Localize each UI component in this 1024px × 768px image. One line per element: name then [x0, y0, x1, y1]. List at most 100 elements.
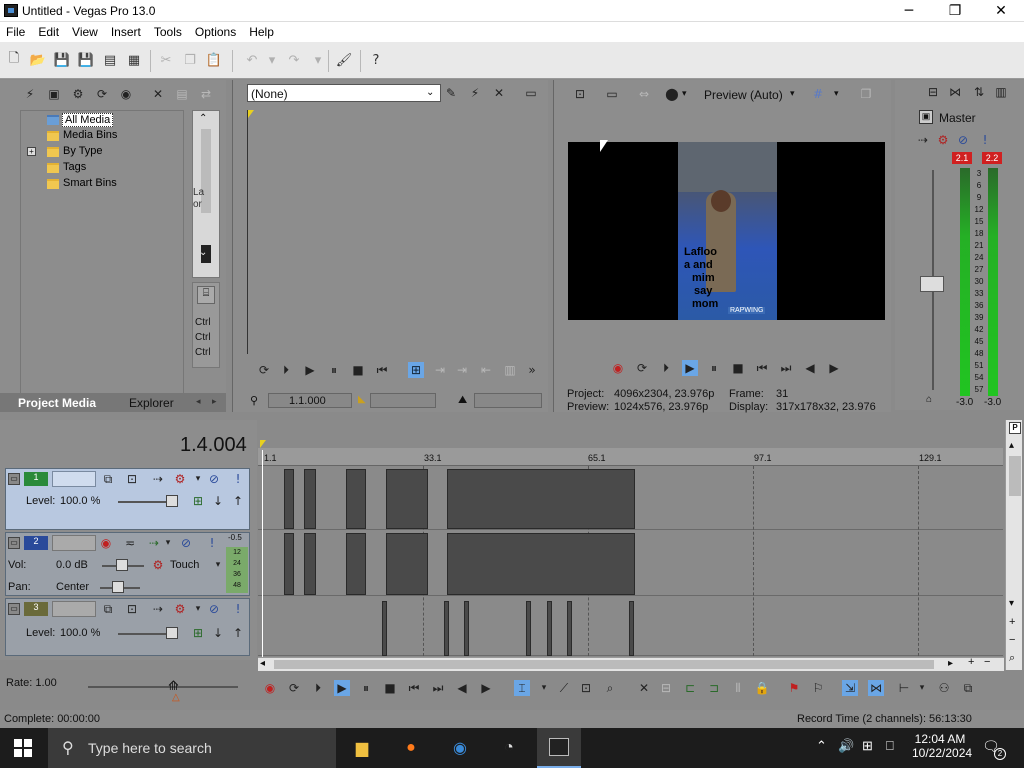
- trimmer-media-dropdown[interactable]: (None) ⌄: [247, 84, 441, 102]
- play-from-start-icon[interactable]: ⏵: [278, 362, 294, 378]
- vol-slider-thumb[interactable]: [116, 559, 128, 571]
- shortcut-icon[interactable]: ⌸: [197, 286, 215, 304]
- get-photo-icon[interactable]: ⚙: [70, 86, 86, 102]
- undo-dropdown-icon[interactable]: ▾: [264, 52, 280, 68]
- select-region-icon[interactable]: ⊞: [408, 362, 424, 378]
- level-slider-thumb[interactable]: [166, 495, 178, 507]
- go-to-end-icon[interactable]: ⏭: [430, 680, 446, 696]
- external-monitor-icon[interactable]: ▭: [604, 86, 620, 102]
- track-header-video-1[interactable]: ▭ 1 ⧉ ⊡ ⇢ ⚙ ▾ ⊘ ! Level: 100.0 % ⊞ ↓ ↑: [5, 468, 250, 530]
- tree-item-tags[interactable]: Tags: [63, 161, 86, 173]
- menu-file[interactable]: File: [6, 25, 25, 39]
- cut-icon[interactable]: ✂: [158, 52, 174, 68]
- snapping-icon[interactable]: ⇲: [842, 680, 858, 696]
- expand-down-icon[interactable]: ↓: [210, 625, 226, 641]
- overlays-icon[interactable]: #: [810, 86, 826, 102]
- arm-record-icon[interactable]: ◉: [98, 535, 114, 551]
- speedometer-app-icon[interactable]: ◔: [496, 736, 522, 760]
- play-icon[interactable]: ▶: [302, 362, 318, 378]
- network-icon[interactable]: ⊞: [862, 738, 873, 754]
- render-icon[interactable]: ▤: [102, 52, 118, 68]
- chrome-icon[interactable]: ◉: [447, 736, 473, 760]
- loop-icon[interactable]: ⟳: [634, 360, 650, 376]
- save-as-icon[interactable]: 💾: [78, 52, 94, 68]
- motion-icon[interactable]: ⊡: [124, 601, 140, 617]
- trim-icon[interactable]: ⊟: [658, 680, 674, 696]
- go-to-end-icon[interactable]: ⏭: [778, 360, 794, 376]
- video-event[interactable]: [567, 601, 572, 656]
- remove-media-icon[interactable]: ✕: [150, 86, 166, 102]
- undo-icon[interactable]: ↶: [244, 52, 260, 68]
- loop-icon[interactable]: ⟳: [286, 680, 302, 696]
- normal-edit-tool-icon[interactable]: ⌶: [514, 680, 530, 696]
- mute-icon[interactable]: ⊘: [178, 535, 194, 551]
- video-event[interactable]: [382, 601, 387, 656]
- scroll-down-icon[interactable]: ⌄: [199, 247, 207, 258]
- taskbar-search[interactable]: ⚲ Type here to search: [48, 728, 336, 768]
- trimmer-media-fx-icon[interactable]: ⚡: [467, 85, 483, 101]
- video-event[interactable]: [547, 601, 552, 656]
- trimmer-screen-icon[interactable]: ▭: [523, 85, 539, 101]
- trimmer-length-field[interactable]: [370, 393, 436, 408]
- tab-explorer[interactable]: Explorer: [129, 396, 174, 410]
- more-icon[interactable]: »: [524, 362, 540, 378]
- compositing-mode-icon[interactable]: ⧉: [100, 471, 116, 487]
- automation-icon[interactable]: ⊞: [190, 493, 206, 509]
- trimmer-clear-icon[interactable]: ✕: [491, 85, 507, 101]
- scroll-up-icon[interactable]: ▴: [1009, 440, 1014, 451]
- track-header-video-3[interactable]: ▭ 3 ⧉ ⊡ ⇢ ⚙ ▾ ⊘ ! Level: 100.0 % ⊞ ↓ ↑: [5, 598, 250, 656]
- automation-icon[interactable]: ⊞: [190, 625, 206, 641]
- scroll-left-icon[interactable]: ◂: [260, 658, 265, 669]
- scroll-right-icon[interactable]: ▸: [948, 658, 953, 669]
- add-to-timeline-after-icon[interactable]: ⇥: [454, 362, 470, 378]
- scroll-down-icon[interactable]: ▾: [1009, 598, 1014, 609]
- master-fader[interactable]: [920, 276, 944, 292]
- tree-item-by-type[interactable]: By Type: [63, 145, 103, 157]
- invert-phase-icon[interactable]: ≂: [122, 535, 138, 551]
- audio-event[interactable]: [304, 533, 316, 595]
- go-to-start-icon[interactable]: ⏮: [374, 362, 390, 378]
- preview-properties-icon[interactable]: ⊡: [572, 86, 588, 102]
- timeline-horizontal-scrollbar[interactable]: ◂ ▸ + −: [258, 656, 1004, 671]
- pause-icon[interactable]: ⏸: [358, 680, 374, 696]
- trimmer-region-field[interactable]: [474, 393, 542, 408]
- chevron-down-icon[interactable]: ▾: [210, 557, 226, 573]
- video-event[interactable]: [447, 469, 635, 529]
- track-header-audio-2[interactable]: ▭ 2 ◉ ≂ ⇢ ▾ ⊘ ! -0.5 12 24 36 48 Vol: 0.…: [5, 532, 250, 596]
- video-event[interactable]: [346, 469, 366, 529]
- insert-region-icon[interactable]: ⚐: [810, 680, 826, 696]
- preview-fx-icon[interactable]: ⬤: [664, 86, 680, 102]
- refresh-icon[interactable]: ⟳: [94, 86, 110, 102]
- split-screen-icon[interactable]: ⇔: [636, 86, 652, 102]
- compositing-mode-icon[interactable]: ⧉: [100, 601, 116, 617]
- taskbar-clock[interactable]: 12:04 AM 10/22/2024: [912, 732, 972, 760]
- parent-icon[interactable]: ⇢: [150, 601, 166, 617]
- zoom-in-icon[interactable]: +: [1009, 616, 1015, 628]
- track-list-icon[interactable]: P: [1009, 422, 1021, 434]
- paste-icon[interactable]: 📋: [206, 52, 222, 68]
- video-event[interactable]: [386, 469, 428, 529]
- play-icon[interactable]: ▶: [682, 360, 698, 376]
- video-event[interactable]: [444, 601, 449, 656]
- parent-icon[interactable]: ⇢: [150, 471, 166, 487]
- security-icon[interactable]: ⎕: [886, 738, 894, 754]
- audio-event[interactable]: [346, 533, 366, 595]
- file-explorer-icon[interactable]: ▆: [349, 736, 375, 760]
- chevron-down-icon[interactable]: ▾: [190, 471, 206, 487]
- track-name-field[interactable]: [52, 601, 96, 617]
- zoom-out-icon[interactable]: −: [1009, 634, 1015, 646]
- trimmer-time-field[interactable]: 1.1.000: [268, 393, 352, 408]
- split-icon[interactable]: ⫴: [730, 680, 746, 696]
- show-hidden-icons-icon[interactable]: ⌃: [816, 738, 827, 754]
- copy-snapshot-icon[interactable]: ❐: [858, 86, 874, 102]
- audio-event[interactable]: [386, 533, 428, 595]
- chevron-down-icon[interactable]: ▾: [834, 88, 839, 99]
- copy-icon[interactable]: ❐: [182, 52, 198, 68]
- automation-settings-icon[interactable]: ⚙: [150, 557, 166, 573]
- expand-up-icon[interactable]: ↑: [230, 493, 246, 509]
- properties-icon[interactable]: ⇄: [198, 86, 214, 102]
- windows-start-icon[interactable]: [14, 739, 32, 757]
- zoom-edit-tool-icon[interactable]: ⌕: [602, 680, 618, 696]
- lock-icon[interactable]: ⌂: [926, 394, 932, 405]
- video-event[interactable]: [284, 469, 294, 529]
